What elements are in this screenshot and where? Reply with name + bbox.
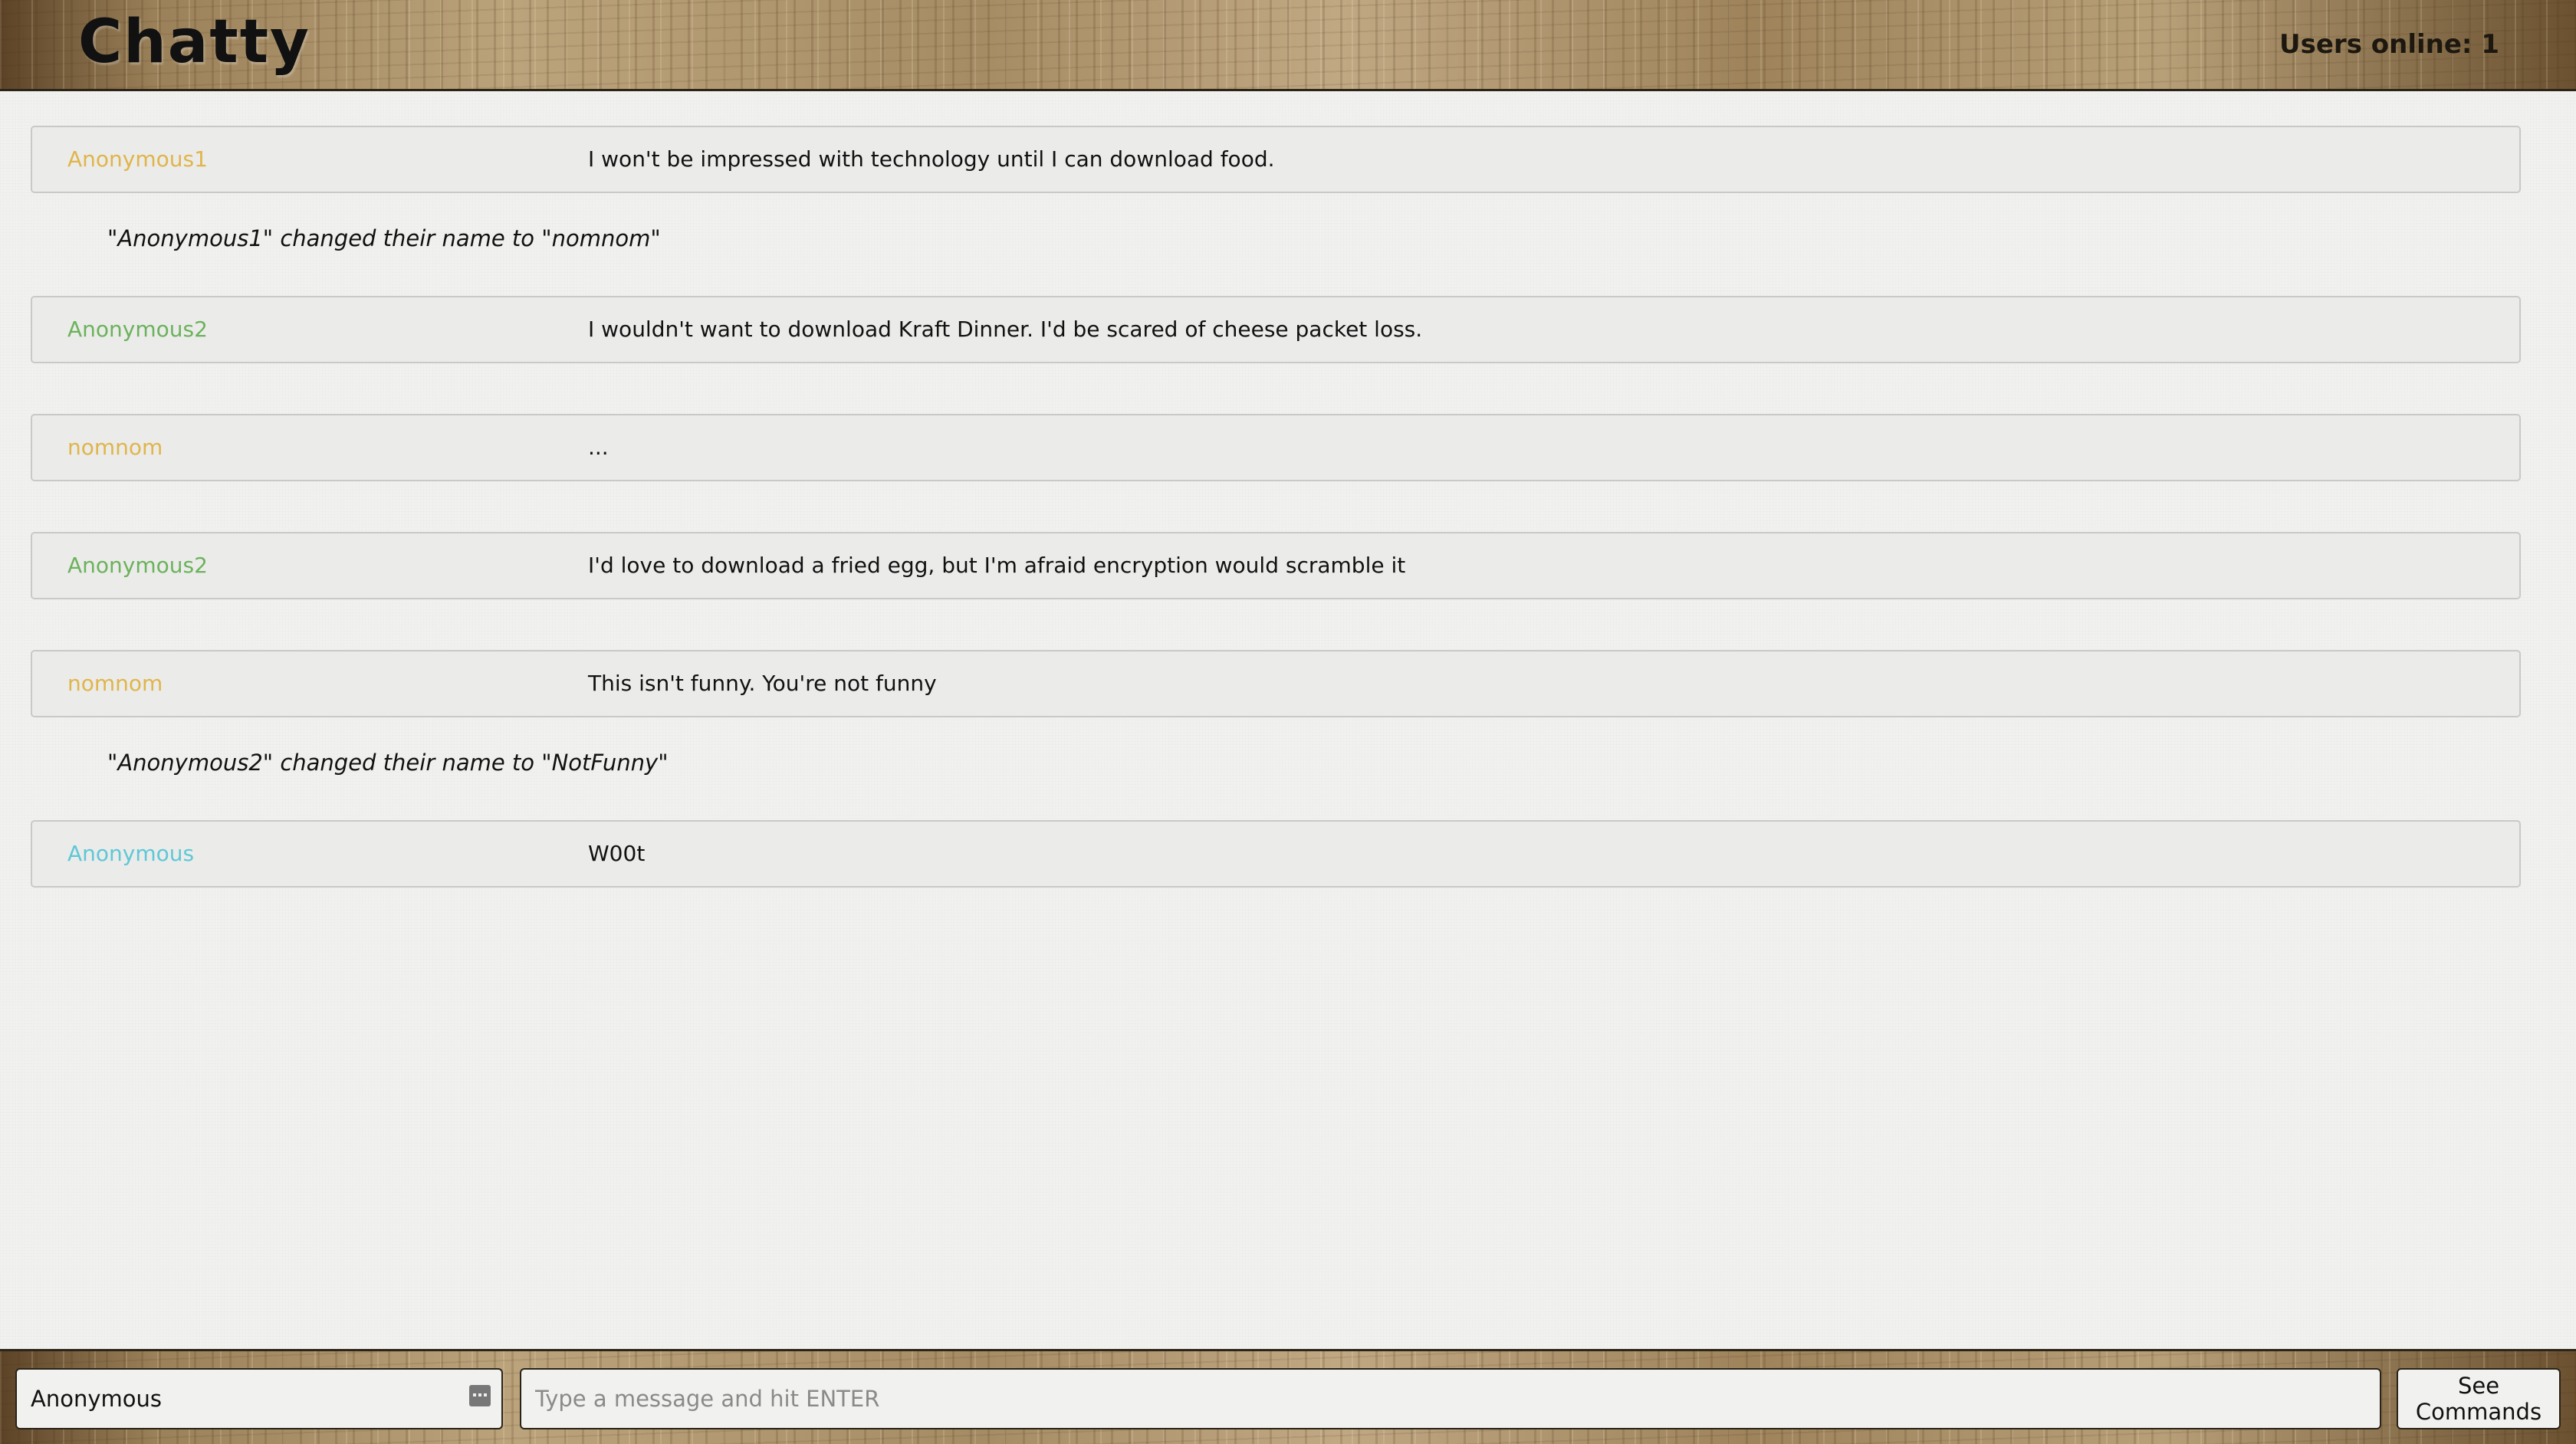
notice-text: "Anonymous2" changed their name to "NotF… bbox=[107, 750, 669, 776]
message-username: nomnom bbox=[67, 435, 163, 460]
message-username: nomnom bbox=[67, 671, 163, 696]
message-row: Anonymous2 I'd love to download a fried … bbox=[31, 532, 2521, 599]
composer-bar: See Commands bbox=[0, 1349, 2576, 1444]
username-input[interactable] bbox=[17, 1370, 460, 1428]
message-text: W00t bbox=[588, 841, 646, 866]
message-text: I wouldn't want to download Kraft Dinner… bbox=[588, 317, 1423, 342]
message-list: Anonymous1 I won't be impressed with tec… bbox=[31, 126, 2521, 938]
message-text: I won't be impressed with technology unt… bbox=[588, 146, 1275, 172]
message-text: ... bbox=[588, 435, 609, 460]
message-text: This isn't funny. You're not funny bbox=[588, 671, 937, 696]
username-field[interactable] bbox=[15, 1368, 503, 1429]
notice-text: "Anonymous1" changed their name to "nomn… bbox=[107, 225, 661, 251]
message-username: Anonymous2 bbox=[67, 553, 208, 578]
message-row: Anonymous2 I wouldn't want to download K… bbox=[31, 296, 2521, 363]
message-input[interactable] bbox=[521, 1370, 2380, 1428]
system-notice: "Anonymous2" changed their name to "NotF… bbox=[31, 750, 2521, 806]
system-notice: "Anonymous1" changed their name to "nomn… bbox=[31, 225, 2521, 282]
message-username: Anonymous2 bbox=[67, 317, 208, 342]
see-commands-button[interactable]: See Commands bbox=[2397, 1368, 2561, 1429]
message-field[interactable] bbox=[520, 1368, 2381, 1429]
message-row: Anonymous W00t bbox=[31, 820, 2521, 888]
app-title: Chatty bbox=[78, 8, 310, 77]
app-header: Chatty Users online: 1 bbox=[0, 0, 2576, 91]
more-icon[interactable] bbox=[469, 1385, 491, 1406]
message-text: I'd love to download a fried egg, but I'… bbox=[588, 553, 1406, 578]
message-username: Anonymous1 bbox=[67, 146, 208, 172]
message-username: Anonymous bbox=[67, 841, 195, 866]
message-row: nomnom This isn't funny. You're not funn… bbox=[31, 650, 2521, 717]
users-online-count: Users online: 1 bbox=[2279, 29, 2499, 60]
message-row: Anonymous1 I won't be impressed with tec… bbox=[31, 126, 2521, 193]
message-row: nomnom ... bbox=[31, 414, 2521, 481]
